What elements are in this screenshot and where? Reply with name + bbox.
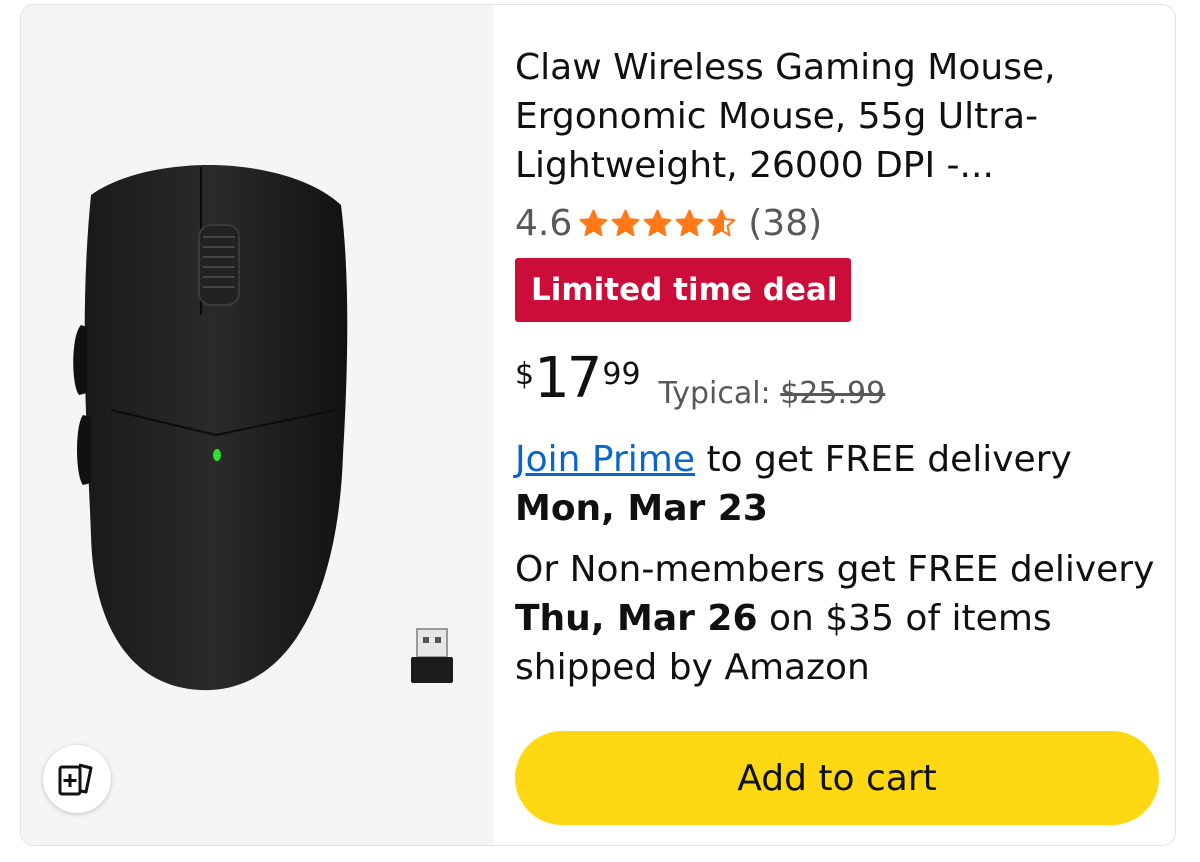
product-image-mouse[interactable]: [51, 155, 371, 695]
price-symbol: $: [515, 357, 535, 392]
prime-delivery-message: Join Prime to get FREE delivery Mon, Mar…: [515, 435, 1155, 533]
product-image-panel[interactable]: [21, 5, 493, 845]
product-card[interactable]: Claw Wireless Gaming Mouse, Ergonomic Mo…: [20, 4, 1176, 846]
product-info: Claw Wireless Gaming Mouse, Ergonomic Mo…: [515, 5, 1165, 845]
typical-price: $25.99: [780, 376, 886, 411]
star-icon: [579, 209, 608, 236]
star-rating: [578, 208, 738, 239]
rating-row[interactable]: 4.6 (38): [515, 201, 822, 245]
price: $ 17 99 Typical: $25.99: [515, 346, 886, 412]
star-icon: [643, 209, 672, 236]
nonprime-text-1: Or Non-members get FREE delivery: [515, 549, 1155, 590]
add-to-cart-button[interactable]: Add to cart: [515, 731, 1159, 825]
price-whole: 17: [534, 346, 602, 411]
price-fraction: 99: [602, 357, 641, 392]
nonprime-delivery-message: Or Non-members get FREE delivery Thu, Ma…: [515, 545, 1155, 692]
star-icon: [707, 209, 736, 236]
compare-cards-icon: [58, 763, 93, 796]
star-icon: [611, 209, 640, 236]
product-image-dongle: [411, 628, 453, 683]
prime-delivery-text: to get FREE delivery: [695, 439, 1072, 480]
typical-label: Typical:: [658, 376, 771, 411]
join-prime-link[interactable]: Join Prime: [515, 439, 695, 480]
product-title[interactable]: Claw Wireless Gaming Mouse, Ergonomic Mo…: [515, 43, 1115, 190]
nonprime-delivery-date: Thu, Mar 26: [515, 598, 758, 639]
typical-price-block: Typical: $25.99: [659, 376, 886, 411]
deal-badge: Limited time deal: [515, 258, 852, 322]
star-icon: [675, 209, 704, 236]
rating-value: 4.6: [515, 202, 573, 244]
review-count: (38): [748, 202, 823, 244]
prime-delivery-date: Mon, Mar 23: [515, 488, 768, 529]
compare-button[interactable]: [43, 745, 111, 813]
